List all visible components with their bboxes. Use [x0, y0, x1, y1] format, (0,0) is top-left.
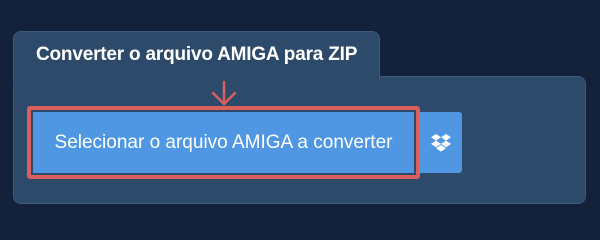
converter-title: Converter o arquivo AMIGA para ZIP — [36, 44, 358, 65]
arrow-down-icon — [211, 80, 237, 106]
select-file-button[interactable]: Selecionar o arquivo AMIGA a converter — [33, 112, 414, 173]
dropbox-icon — [430, 133, 451, 152]
dropbox-button[interactable] — [419, 112, 462, 173]
